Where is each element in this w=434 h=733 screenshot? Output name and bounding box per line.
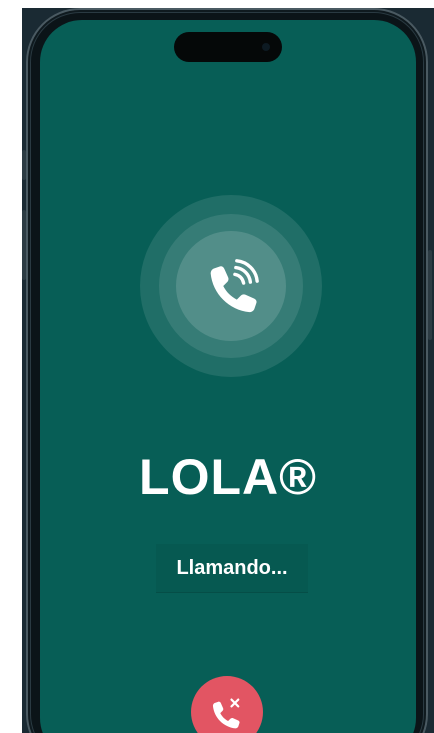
call-status: Llamando... — [156, 544, 308, 593]
phone-ringing-icon — [210, 259, 259, 313]
call-pulse-outer — [140, 195, 322, 377]
power-button — [428, 250, 432, 340]
dynamic-island — [174, 32, 282, 62]
phone-missed-icon — [212, 698, 240, 729]
contact-name: LOLA® — [139, 449, 317, 505]
call-screen: LOLA® Llamando... — [40, 20, 416, 733]
stage: LOLA® Llamando... — [0, 0, 434, 733]
call-avatar — [176, 231, 286, 341]
call-status-text: Llamando... — [176, 556, 288, 579]
end-call-button[interactable] — [191, 676, 263, 733]
front-camera — [262, 43, 270, 51]
call-pulse-middle — [159, 214, 303, 358]
